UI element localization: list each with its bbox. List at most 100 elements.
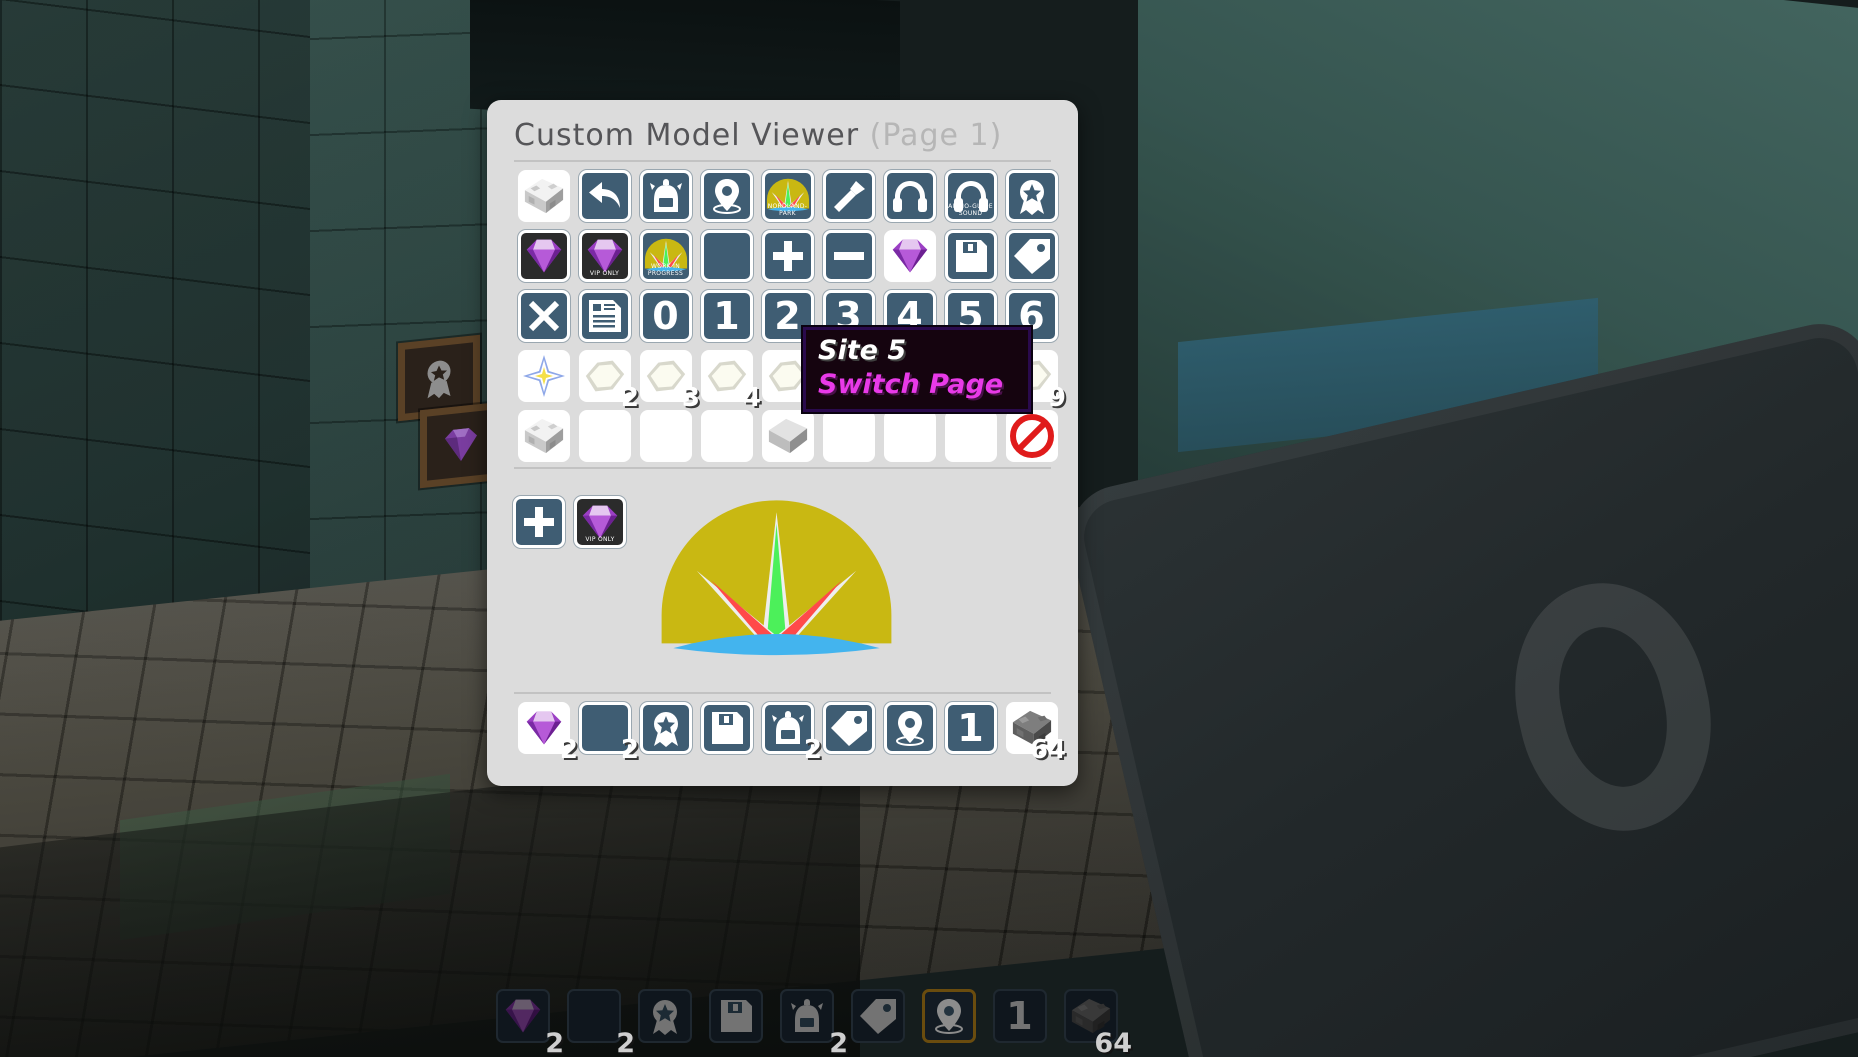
slot-nordland-park-logo[interactable]: NORDLAND-PARK [757,166,818,226]
inv-marker[interactable] [883,702,936,754]
document-list[interactable] [578,290,631,342]
slot-bedrock-block[interactable] [513,166,574,226]
barrier-block[interactable] [1005,410,1058,462]
slot-document-list[interactable] [574,286,635,346]
slot-headphones-audioguide[interactable]: AUDIO-GUIDE SOUND [940,166,1001,226]
hotbar-backpack[interactable] [779,988,834,1043]
slot-backpack[interactable] [635,166,696,226]
slot-gem-white[interactable] [879,226,940,286]
inv-backpack[interactable] [761,702,814,754]
bedrock-block-2[interactable] [517,410,570,462]
slot-park-logo-wip[interactable]: WORK IN PROGRESS [635,226,696,286]
hotbar-floppy[interactable] [708,988,763,1043]
blank-blue[interactable] [700,230,753,282]
inv-tag[interactable] [822,702,875,754]
slot-digit-0[interactable]: 0 [635,286,696,346]
plus[interactable] [761,230,814,282]
hotbar-slot-4[interactable]: 2 [771,980,848,1057]
slot-gem-dark[interactable] [513,226,574,286]
gem-vip-only[interactable]: VIP ONLY [578,230,631,282]
slot-bedrock-block-2[interactable] [513,406,574,466]
bedrock-block[interactable] [517,170,570,222]
hotbar-slot-0[interactable]: 2 [487,980,564,1057]
inv-rosette[interactable] [639,702,692,754]
hotbar-marker[interactable] [921,988,976,1043]
add-button[interactable] [513,496,565,548]
slot-paper-2[interactable]: 2 [574,346,639,413]
gem-white[interactable] [883,230,936,282]
nether-star[interactable] [517,350,570,402]
slot-wand[interactable] [818,166,879,226]
headphones-audioguide[interactable]: AUDIO-GUIDE SOUND [944,170,997,222]
paper-2[interactable] [578,350,631,402]
inv-gem[interactable] [517,702,570,754]
hotbar-digit-1[interactable]: 1 [992,988,1047,1043]
slot-empty-slot-6[interactable] [940,406,1001,466]
slot-inv-blank[interactable]: 2 [574,698,639,765]
slot-blank-blue[interactable] [696,226,757,286]
backpack[interactable] [639,170,692,222]
empty-slot-4[interactable] [822,410,875,462]
slot-close-x[interactable] [513,286,574,346]
empty-slot-5[interactable] [883,410,936,462]
hotbar-slot-1[interactable]: 2 [558,980,635,1057]
slot-empty-slot-1[interactable] [574,406,635,466]
close-x[interactable] [517,290,570,342]
digit-1[interactable]: 1 [700,290,753,342]
inv-blank[interactable] [578,702,631,754]
hotbar-rosette[interactable] [637,988,692,1043]
slot-inv-floppy[interactable] [696,698,757,758]
gem-dark[interactable] [517,230,570,282]
empty-slot-6[interactable] [944,410,997,462]
slot-save-disk[interactable] [940,226,1001,286]
slot-plus[interactable] [757,226,818,286]
slot-inv-cobble[interactable]: 64 [1001,698,1066,765]
slot-tag[interactable] [1001,226,1062,286]
paper-3[interactable] [639,350,692,402]
minus[interactable] [822,230,875,282]
slot-minus[interactable] [818,226,879,286]
slot-inv-gem[interactable]: 2 [513,698,578,765]
slot-inv-digit-1[interactable]: 1 [940,698,1001,758]
slot-award-rosette[interactable] [1001,166,1062,226]
back-arrow[interactable] [578,170,631,222]
slot-gem-vip-only-button[interactable]: VIP ONLY [574,492,626,552]
hotbar-blank[interactable] [566,988,621,1043]
inv-floppy[interactable] [700,702,753,754]
slot-inv-rosette[interactable] [635,698,696,758]
save-disk[interactable] [944,230,997,282]
headphones[interactable] [883,170,936,222]
slot-add-button[interactable] [513,492,565,552]
hotbar-slot-6[interactable] [913,980,984,1051]
slot-empty-slot-2[interactable] [635,406,696,466]
slot-paper-4[interactable]: 4 [696,346,761,413]
inv-digit-1[interactable]: 1 [944,702,997,754]
award-rosette[interactable] [1005,170,1058,222]
slot-barrier-block[interactable] [1001,406,1062,466]
slot-headphones[interactable] [879,166,940,226]
nordland-park-logo[interactable]: NORDLAND-PARK [761,170,814,222]
park-logo-wip[interactable]: WORK IN PROGRESS [639,230,692,282]
slot-inv-backpack[interactable]: 2 [757,698,822,765]
slot-digit-1[interactable]: 1 [696,286,757,346]
slot-nether-star[interactable] [513,346,574,406]
hotbar-slot-8[interactable]: 64 [1055,980,1132,1057]
slot-map-marker[interactable] [696,166,757,226]
slot-inv-marker[interactable] [879,698,940,758]
hotbar-slot-3[interactable] [700,980,771,1051]
empty-slot-3[interactable] [700,410,753,462]
slot-back-arrow[interactable] [574,166,635,226]
tag[interactable] [1005,230,1058,282]
slot-paper-3[interactable]: 3 [635,346,700,413]
inv-cobble[interactable] [1005,702,1058,754]
slot-inv-tag[interactable] [818,698,879,758]
gem-vip-only-button[interactable]: VIP ONLY [574,496,626,548]
hotbar-tag[interactable] [850,988,905,1043]
wand[interactable] [822,170,875,222]
stone-block[interactable] [761,410,814,462]
slot-empty-slot-3[interactable] [696,406,757,466]
slot-gem-vip-only[interactable]: VIP ONLY [574,226,635,286]
empty-slot-1[interactable] [578,410,631,462]
empty-slot-2[interactable] [639,410,692,462]
hotbar-slot-2[interactable] [629,980,700,1051]
